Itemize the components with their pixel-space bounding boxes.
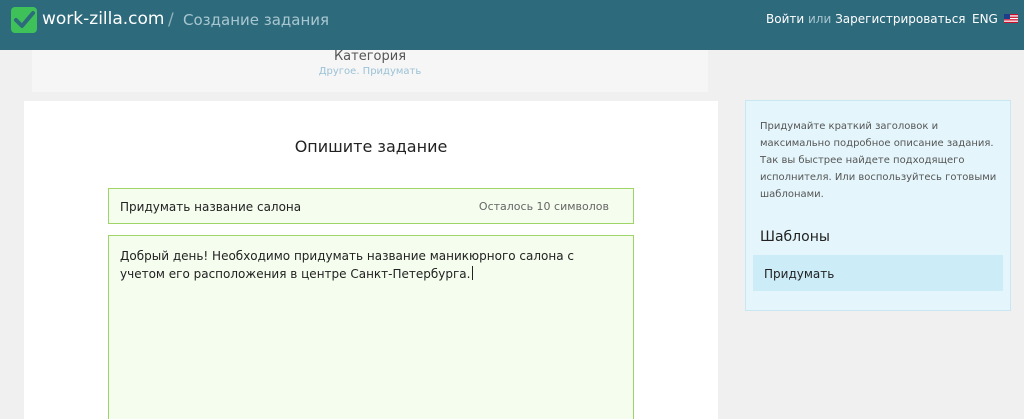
checkmark-icon[interactable] — [10, 6, 38, 34]
page-title: Создание задания — [183, 11, 330, 29]
task-title-value[interactable]: Придумать название салона — [120, 199, 301, 215]
template-item[interactable]: Придумать — [753, 255, 1003, 291]
task-description-textarea[interactable]: Добрый день! Необходимо придумать назван… — [108, 235, 634, 419]
logo-text[interactable]: work-zilla.com — [42, 8, 165, 30]
templates-heading: Шаблоны — [760, 229, 830, 245]
text-caret — [472, 266, 474, 280]
form-heading: Опишите задание — [294, 137, 448, 156]
task-title-input[interactable]: Придумать название салона Осталось 10 си… — [108, 188, 634, 224]
help-text: Придумайте краткий заголовок и максималь… — [760, 121, 997, 200]
us-flag-icon[interactable] — [1004, 14, 1018, 23]
or-label: или — [808, 12, 832, 26]
task-description-value[interactable]: Добрый день! Необходимо придумать назван… — [120, 249, 574, 281]
task-form-panel: Опишите задание Придумать название салон… — [24, 101, 718, 419]
help-sidebar: Придумайте краткий заголовок и максималь… — [745, 100, 1011, 311]
register-link[interactable]: Зарегистрироваться — [835, 12, 965, 26]
template-item-label: Придумать — [764, 267, 835, 281]
category-title: Категория — [333, 49, 407, 64]
login-link[interactable]: Войти — [766, 12, 804, 26]
top-bar: work-zilla.com / Создание задания Войти … — [0, 0, 1024, 50]
character-counter: Осталось 10 символов — [478, 200, 609, 213]
category-card: Категория Другое. Придумать — [32, 50, 708, 92]
auth-links: Войти или Зарегистрироваться — [766, 11, 966, 27]
breadcrumb-separator: / — [168, 10, 174, 30]
category-link[interactable]: Другое. Придумать — [32, 66, 708, 78]
language-switch[interactable]: ENG — [972, 11, 998, 27]
